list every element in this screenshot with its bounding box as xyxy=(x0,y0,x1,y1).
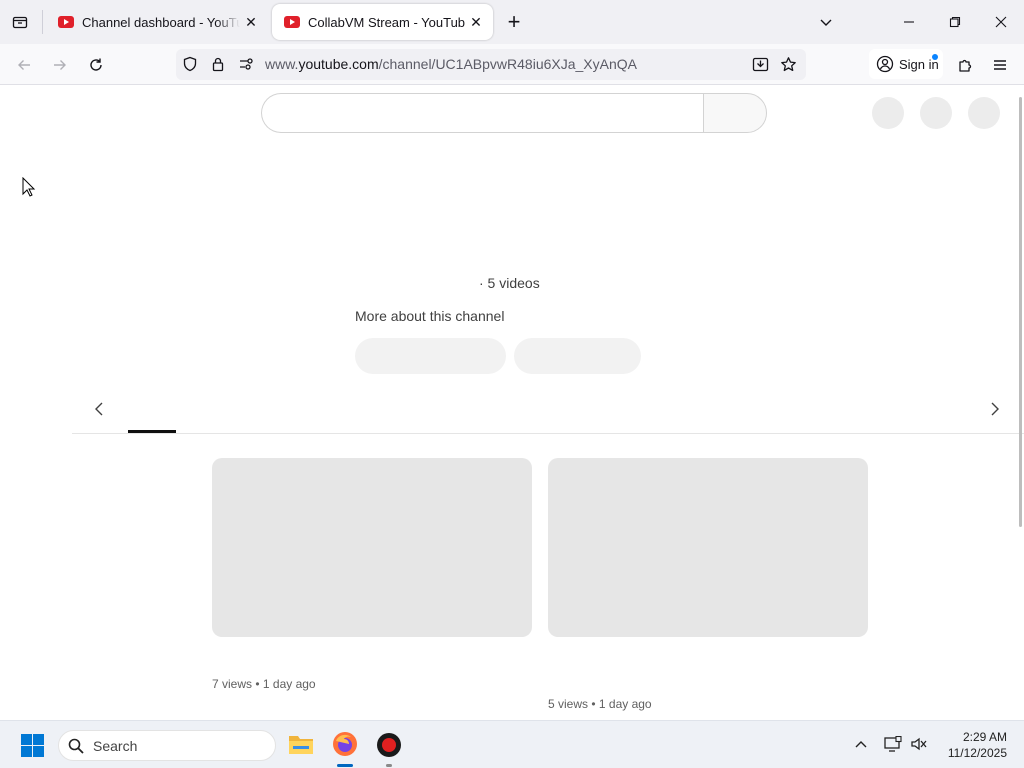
subscribe-button-placeholder[interactable] xyxy=(355,338,506,374)
close-tab-icon[interactable]: ✕ xyxy=(240,14,262,31)
tab-title: Channel dashboard - YouTube Studio xyxy=(82,14,240,30)
tab-title: CollabVM Stream - YouTube xyxy=(308,14,465,30)
video-thumbnail-placeholder[interactable] xyxy=(548,458,868,637)
video-metadata: 7 views • 1 day ago xyxy=(212,677,316,691)
youtube-favicon-icon xyxy=(58,16,74,28)
minimize-window-button[interactable] xyxy=(895,8,923,36)
back-button[interactable] xyxy=(9,50,39,80)
youtube-channel-page: · 5 videos More about this channel 7 vie… xyxy=(0,85,1024,721)
close-tab-icon[interactable]: ✕ xyxy=(465,14,487,31)
url-path: /channel/UC1ABpvwR48iu6XJa_XyAnQA xyxy=(378,56,637,72)
new-tab-button[interactable]: + xyxy=(500,8,528,36)
lock-icon[interactable] xyxy=(210,56,226,77)
recording-app-icon[interactable] xyxy=(376,732,402,763)
join-button-placeholder[interactable] xyxy=(514,338,641,374)
tracking-protection-shield-icon[interactable] xyxy=(182,56,198,77)
network-icon[interactable] xyxy=(884,735,902,757)
firefox-active-indicator xyxy=(337,764,353,767)
firefox-icon[interactable] xyxy=(332,731,358,762)
bookmark-star-icon[interactable] xyxy=(780,56,797,78)
channel-tabs-divider xyxy=(72,433,1024,434)
taskbar-search-placeholder: Search xyxy=(93,737,138,754)
restore-window-button[interactable] xyxy=(941,8,969,36)
url-prefix: www. xyxy=(265,56,299,72)
sign-in-button[interactable]: Sign in xyxy=(869,49,943,79)
address-bar[interactable]: www.youtube.com/channel/UC1ABpvwR48iu6XJ… xyxy=(176,49,806,80)
start-windows-icon[interactable] xyxy=(21,734,44,762)
file-explorer-icon[interactable] xyxy=(288,732,314,761)
reload-button[interactable] xyxy=(81,50,111,80)
channel-video-count: · 5 videos xyxy=(479,275,540,291)
page-permissions-icon[interactable] xyxy=(238,56,254,77)
app-running-indicator xyxy=(386,764,392,767)
navigation-toolbar: www.youtube.com/channel/UC1ABpvwR48iu6XJ… xyxy=(0,44,1024,85)
tab-collabvm-stream[interactable]: CollabVM Stream - YouTube ✕ xyxy=(272,4,493,40)
url-text[interactable]: www.youtube.com/channel/UC1ABpvwR48iu6XJ… xyxy=(265,56,637,72)
forward-button[interactable] xyxy=(45,50,75,80)
account-icon xyxy=(876,55,894,73)
taskbar-search-box[interactable]: Search xyxy=(58,730,276,761)
tab-overview-icon[interactable] xyxy=(6,8,34,36)
active-tab-indicator xyxy=(128,430,176,433)
volume-muted-icon[interactable] xyxy=(910,736,928,757)
tab-strip: Channel dashboard - YouTube Studio ✕ Col… xyxy=(0,0,1024,44)
header-button-placeholder[interactable] xyxy=(920,97,952,129)
url-domain: youtube.com xyxy=(298,56,379,72)
windows-taskbar: Search 2:29 AM 11/12/2025 xyxy=(0,720,1024,768)
save-to-pocket-icon[interactable] xyxy=(752,56,769,78)
video-thumbnail-placeholder[interactable] xyxy=(212,458,532,637)
header-button-placeholder[interactable] xyxy=(968,97,1000,129)
video-metadata: 5 views • 1 day ago xyxy=(548,697,652,711)
close-window-button[interactable] xyxy=(987,8,1015,36)
extensions-puzzle-icon[interactable] xyxy=(950,50,980,80)
mouse-cursor xyxy=(22,176,36,202)
youtube-favicon-icon xyxy=(284,16,300,28)
taskbar-clock-date[interactable]: 11/12/2025 xyxy=(935,746,1007,760)
show-hidden-icons-chevron-icon[interactable] xyxy=(854,737,868,755)
tabs-scroll-left-chevron-icon[interactable] xyxy=(92,401,106,422)
page-scrollbar[interactable] xyxy=(1019,97,1022,527)
more-about-channel-link[interactable]: More about this channel xyxy=(355,308,504,324)
list-tabs-chevron-icon[interactable] xyxy=(812,8,840,36)
header-button-placeholder[interactable] xyxy=(872,97,904,129)
search-icon xyxy=(68,738,84,754)
tabs-scroll-right-chevron-icon[interactable] xyxy=(988,401,1002,422)
notification-dot xyxy=(932,54,938,60)
tab-channel-dashboard[interactable]: Channel dashboard - YouTube Studio ✕ xyxy=(46,4,268,40)
youtube-search-input[interactable] xyxy=(261,93,704,133)
taskbar-clock-time[interactable]: 2:29 AM xyxy=(943,730,1007,744)
youtube-search-button[interactable] xyxy=(703,93,767,133)
application-menu-icon[interactable] xyxy=(985,50,1015,80)
